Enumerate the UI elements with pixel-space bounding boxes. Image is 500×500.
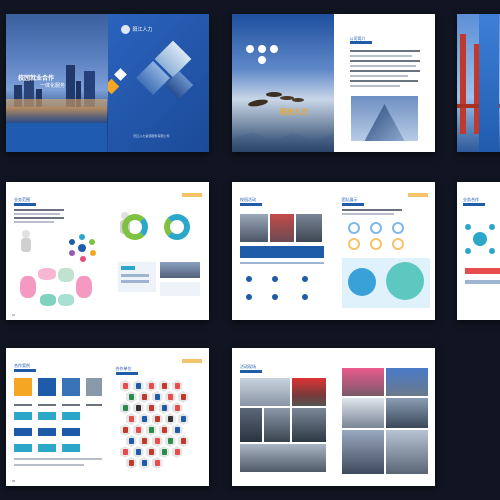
brochure-spread-events[interactable]: 活动现场	[232, 348, 435, 486]
intro-left-page: 阳光人力	[232, 14, 334, 152]
partner-logo-grid	[116, 380, 206, 480]
water-reflection	[6, 107, 107, 123]
event-photo-10	[341, 430, 384, 474]
crowd-photo-3	[296, 214, 322, 242]
donut-chart-green	[121, 214, 148, 240]
event-photo-5	[240, 444, 326, 472]
event-photo-6	[341, 368, 384, 396]
event-photo-7	[385, 368, 428, 396]
team-photo	[159, 262, 200, 278]
business-left-page: 业务范围 01	[6, 182, 108, 320]
process-boxes	[159, 282, 200, 296]
section-title: 公司简介	[349, 36, 366, 41]
cooperation-page: 业务合作	[457, 182, 500, 320]
crowd-photo-1	[240, 214, 268, 242]
cover-headline-1: 校园就业合作	[18, 76, 55, 82]
diamond-photo-people	[164, 70, 193, 100]
cover-right-page: 阳江人力 阳江人力资源服务有限公司	[107, 14, 209, 152]
orange-logo-text: 阳光人力	[280, 109, 308, 116]
case-card-blue-2	[62, 378, 80, 396]
case-card-orange	[14, 378, 32, 396]
brand-text: 阳江人力	[132, 27, 153, 33]
cover-left-page: 校园就业合作 一体化服务	[6, 14, 108, 152]
timeline-strip	[240, 246, 324, 258]
cycle-diagram	[20, 268, 92, 306]
business-right-page	[107, 182, 209, 320]
cases-right-page: 合作单位	[107, 348, 209, 486]
event-photo-4	[292, 408, 326, 442]
blue-base-band	[6, 123, 107, 152]
growth-panel	[341, 258, 430, 308]
cases-left-page: 合作案例 05	[6, 348, 108, 486]
case-card-blue-1	[38, 378, 56, 396]
bridge-tower	[460, 34, 466, 134]
flowchart-table	[117, 262, 156, 292]
brochure-spread-business[interactable]: 业务范围 01	[6, 182, 209, 320]
diamond-accent-orange	[107, 78, 119, 95]
circle-diagram	[68, 234, 96, 262]
crowd-photo-2	[270, 214, 294, 242]
brochure-spread-cooperation[interactable]: 业务合作	[457, 182, 500, 320]
brand-mark	[181, 359, 202, 363]
brochure-spread-bridge[interactable]	[457, 14, 500, 152]
brochure-spread-cases[interactable]: 合作案例 05 合作单位	[6, 348, 209, 486]
event-photo-3	[264, 408, 290, 442]
event-photo-9	[385, 398, 428, 428]
logo-icon	[246, 45, 254, 53]
brand-mark	[181, 193, 202, 197]
diamond-accent-white	[113, 68, 127, 81]
brochure-spread-intro[interactable]: 阳光人力 公司简介	[232, 14, 435, 152]
blue-circle-icon	[347, 222, 360, 234]
gear-diagram	[465, 224, 495, 254]
person-figure-icon	[18, 230, 34, 256]
company-text: 阳江人力资源服务有限公司	[133, 134, 170, 138]
brand-mark	[407, 193, 428, 197]
mountains	[232, 132, 333, 152]
brochure-spread-cover[interactable]: 校园就业合作 一体化服务 阳江人力 阳江人力资源服务有限公司	[6, 14, 209, 152]
building-photo	[350, 96, 418, 141]
activities-left-page: 校园活动	[232, 182, 334, 320]
event-photo-11	[385, 430, 428, 474]
event-photo-tent	[292, 378, 326, 406]
bridge-page	[457, 14, 500, 152]
logo-icon	[120, 25, 130, 34]
cover-headline-2: 一体化服务	[40, 83, 66, 89]
brochure-spread-activities[interactable]: 校园活动 团队展示	[232, 182, 435, 320]
event-photo-8	[341, 398, 384, 428]
intro-right-page: 公司简介	[333, 14, 435, 152]
event-photo-2	[240, 408, 262, 442]
donut-chart-blue	[163, 214, 190, 240]
events-right-page	[333, 348, 435, 486]
case-card-gray	[86, 378, 102, 396]
activities-right-page: 团队展示	[333, 182, 435, 320]
events-left-page: 活动现场	[232, 348, 334, 486]
event-photo-1	[240, 378, 290, 406]
